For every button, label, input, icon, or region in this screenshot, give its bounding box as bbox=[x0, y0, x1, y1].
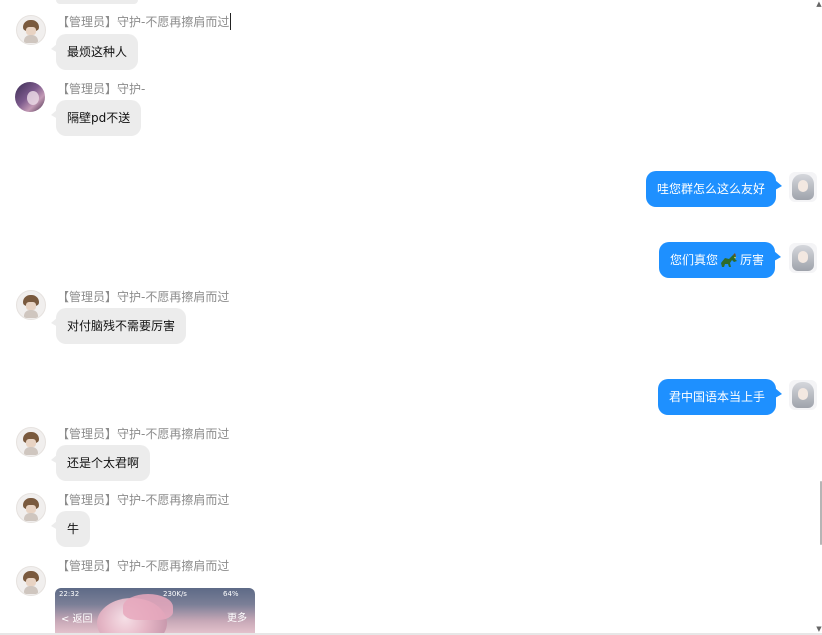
status-net-speed: 230K/s bbox=[163, 590, 187, 598]
message-bubble-outgoing[interactable]: 您们真您 厉害 bbox=[659, 242, 782, 278]
message-text: 厉害 bbox=[740, 253, 765, 267]
sender-name: 【管理员】守护-不愿再擦肩而过 bbox=[57, 13, 232, 30]
phone-status-bar: 22:32 230K/s 64% bbox=[55, 588, 255, 600]
avatar-self[interactable] bbox=[789, 243, 817, 273]
scroll-down-arrow-icon[interactable]: ▼ bbox=[816, 625, 822, 633]
message-bubble[interactable]: 还是个太君啊 bbox=[50, 445, 151, 481]
status-battery: 64% bbox=[223, 590, 239, 598]
screenshot-more-label: 更多 bbox=[227, 613, 247, 624]
message-bubble[interactable]: 牛 bbox=[50, 511, 91, 547]
avatar[interactable] bbox=[16, 15, 46, 45]
avatar[interactable] bbox=[16, 290, 46, 320]
message-bubble[interactable]: 对付脑残不需要厉害 bbox=[50, 308, 187, 344]
vertical-scrollbar[interactable]: ▲ ▼ bbox=[816, 0, 822, 635]
sender-name: 【管理员】守护-不愿再擦肩而过 bbox=[57, 290, 230, 304]
text-cursor bbox=[230, 13, 232, 30]
screenshot-back-label: < 返回 bbox=[61, 614, 93, 625]
avatar-self[interactable] bbox=[789, 172, 817, 202]
avatar[interactable] bbox=[16, 566, 46, 596]
image-message[interactable]: 22:32 230K/s 64% < 返回 更多 bbox=[55, 588, 255, 635]
message-bubble-outgoing[interactable]: 君中国语本当上手 bbox=[658, 379, 783, 415]
avatar[interactable] bbox=[16, 493, 46, 523]
avatar[interactable] bbox=[15, 82, 45, 112]
sender-name: 【管理员】守护-不愿再擦肩而过 bbox=[57, 427, 230, 441]
sender-name: 【管理员】守护-不愿再擦肩而过 bbox=[57, 493, 230, 507]
sender-name: 【管理员】守护- bbox=[57, 82, 146, 96]
message-bubble-outgoing[interactable]: 哇您群怎么这么友好 bbox=[646, 171, 783, 207]
scroll-up-arrow-icon[interactable]: ▲ bbox=[816, 0, 822, 8]
message-bubble[interactable]: 最烦这种人 bbox=[50, 34, 139, 70]
message-text: 您们真您 bbox=[670, 253, 719, 267]
message-bubble-partial bbox=[56, 0, 138, 4]
horse-emoji-icon bbox=[721, 253, 738, 267]
status-time: 22:32 bbox=[59, 590, 80, 598]
avatar-self[interactable] bbox=[789, 380, 817, 410]
chat-message-list[interactable]: 【管理员】守护-不愿再擦肩而过 最烦这种人 【管理员】守护- 隔壁pd不送 哇您… bbox=[0, 0, 817, 635]
sender-name: 【管理员】守护-不愿再擦肩而过 bbox=[57, 559, 230, 573]
avatar[interactable] bbox=[16, 427, 46, 457]
message-bubble[interactable]: 隔壁pd不送 bbox=[50, 100, 142, 136]
